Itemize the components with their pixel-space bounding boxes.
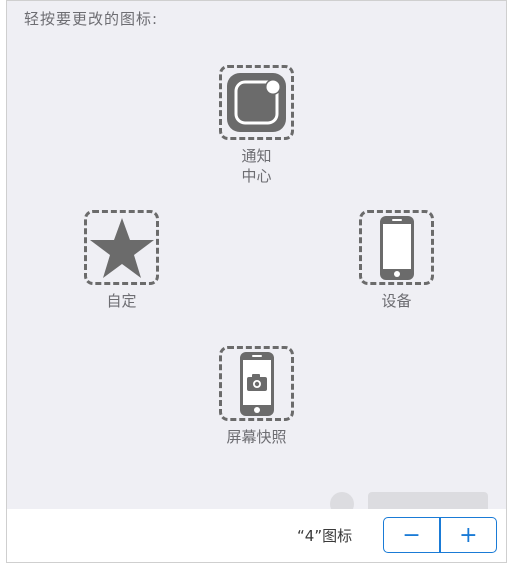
iphone-icon [379,215,414,280]
increase-button[interactable]: + [441,518,496,552]
slot-screenshot[interactable]: 屏幕快照 [219,346,294,447]
slot-notification-center[interactable]: 通知中心 [219,65,294,186]
camera-phone-icon [239,351,274,416]
icon-count-stepper[interactable]: − + [383,517,497,553]
notification-center-icon [227,73,286,132]
slot-device-box[interactable] [359,210,434,285]
slot-notification-center-box[interactable] [219,65,294,140]
slot-custom-label: 自定 [106,292,137,310]
slot-notification-center-label: 通知中心 [241,147,272,185]
slot-screenshot-box[interactable] [219,346,294,421]
slot-custom-box[interactable] [84,210,159,285]
star-icon [89,217,154,278]
slot-custom[interactable]: 自定 [84,210,159,311]
instruction-text: 轻按要更改的图标: [24,10,159,28]
decrease-button[interactable]: − [384,518,439,552]
slot-screenshot-label: 屏幕快照 [226,428,287,446]
slot-device[interactable]: 设备 [359,210,434,311]
icon-count-text: “4”图标 [297,527,353,545]
slot-device-label: 设备 [381,292,412,310]
